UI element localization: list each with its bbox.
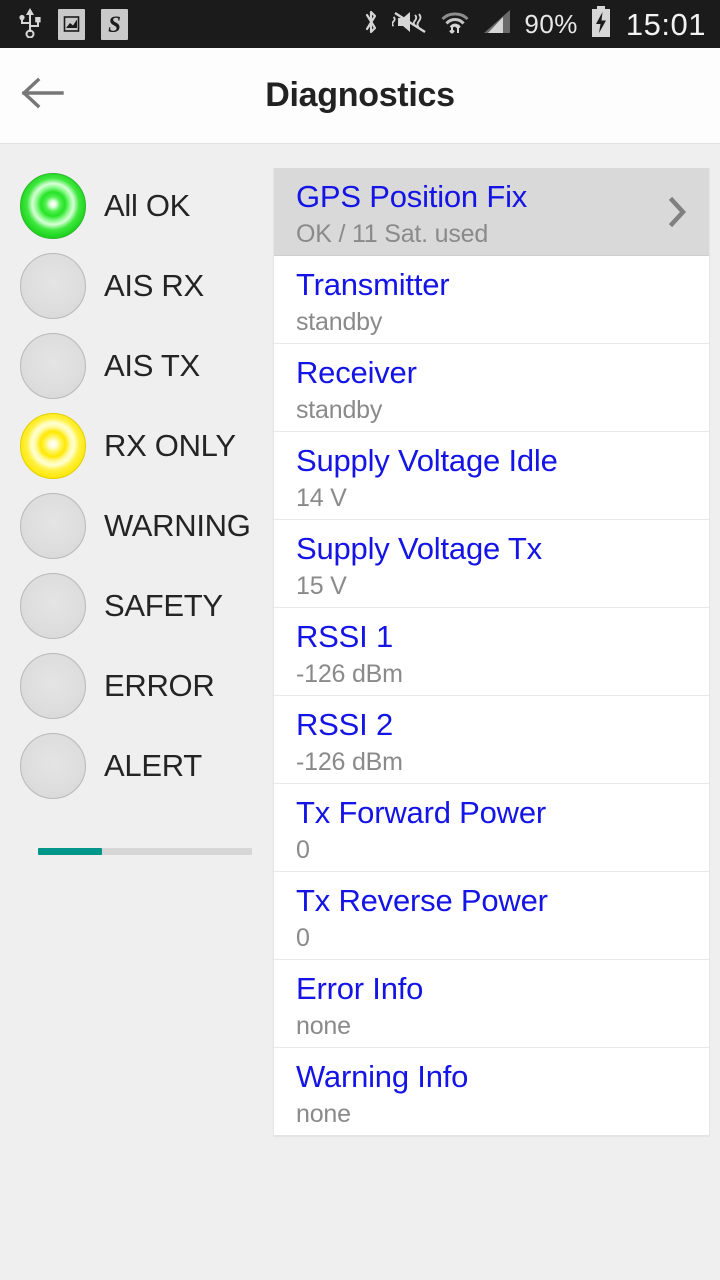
led-label: AIS RX	[104, 268, 204, 303]
bluetooth-icon	[362, 7, 380, 42]
list-row-title: GPS Position Fix	[296, 179, 528, 214]
wifi-data-icon	[440, 8, 470, 41]
led-label: ERROR	[104, 668, 215, 703]
list-row[interactable]: Warning Info none	[274, 1048, 709, 1136]
led-row-alert[interactable]: ALERT	[0, 726, 272, 806]
led-label: AIS TX	[104, 348, 200, 383]
list-row-value: OK / 11 Sat. used	[296, 220, 489, 248]
led-status-panel: All OK AIS RX AIS TX RX ONLY WARNING SAF	[0, 166, 272, 806]
list-row-title: Warning Info	[296, 1059, 469, 1094]
skype-s-icon: S	[101, 8, 128, 40]
led-row-safety[interactable]: SAFETY	[0, 566, 272, 646]
led-label: WARNING	[104, 508, 251, 543]
cellular-signal-icon	[482, 8, 512, 41]
led-indicator-off	[20, 733, 86, 799]
list-row-title: Tx Forward Power	[296, 795, 547, 830]
led-row-rx-only[interactable]: RX ONLY	[0, 406, 272, 486]
led-indicator-off	[20, 573, 86, 639]
app-screen: S 90% 15:01 Diagnostics All OK AIS RX AI…	[0, 0, 720, 1280]
list-row[interactable]: Supply Voltage Tx 15 V	[274, 520, 709, 608]
diagnostics-list: GPS Position Fix OK / 11 Sat. used Trans…	[273, 168, 710, 1136]
chevron-right-icon	[667, 194, 689, 230]
list-row-value: 15 V	[296, 572, 347, 600]
screenshot-image-icon	[58, 8, 85, 40]
list-row-value: standby	[296, 308, 383, 336]
list-row-value: standby	[296, 396, 383, 424]
battery-percent-label: 90%	[524, 9, 578, 39]
list-row[interactable]: RSSI 2 -126 dBm	[274, 696, 709, 784]
list-row-value: 0	[296, 924, 310, 952]
list-row[interactable]: Supply Voltage Idle 14 V	[274, 432, 709, 520]
list-row[interactable]: GPS Position Fix OK / 11 Sat. used	[274, 168, 709, 256]
list-row-title: Transmitter	[296, 267, 450, 302]
status-bar-clock: 15:01	[625, 6, 706, 42]
list-row-title: Error Info	[296, 971, 424, 1006]
led-row-ais-tx[interactable]: AIS TX	[0, 326, 272, 406]
list-row[interactable]: Receiver standby	[274, 344, 709, 432]
list-row[interactable]: Tx Forward Power 0	[274, 784, 709, 872]
list-row[interactable]: Error Info none	[274, 960, 709, 1048]
led-label: SAFETY	[104, 588, 223, 623]
vibrate-mute-icon	[391, 8, 428, 41]
list-row-title: Supply Voltage Tx	[296, 531, 542, 566]
led-indicator-off	[20, 653, 86, 719]
usb-icon	[18, 6, 42, 43]
status-bar-right-icons: 90% 15:01	[362, 5, 706, 43]
led-indicator-green	[20, 173, 86, 239]
list-row-title: Tx Reverse Power	[296, 883, 548, 918]
led-row-warning[interactable]: WARNING	[0, 486, 272, 566]
status-bar-left-icons: S	[18, 6, 128, 43]
led-indicator-off	[20, 493, 86, 559]
list-row-title: Supply Voltage Idle	[296, 443, 558, 478]
arrow-left-icon	[20, 76, 64, 115]
led-indicator-off	[20, 333, 86, 399]
list-row-title: RSSI 2	[296, 707, 394, 742]
list-row-title: Receiver	[296, 355, 417, 390]
list-row-value: -126 dBm	[296, 660, 403, 688]
led-row-error[interactable]: ERROR	[0, 646, 272, 726]
status-bar: S 90% 15:01	[0, 0, 720, 48]
page-title: Diagnostics	[265, 76, 455, 114]
list-row[interactable]: Transmitter standby	[274, 256, 709, 344]
list-row[interactable]: RSSI 1 -126 dBm	[274, 608, 709, 696]
list-row[interactable]: Tx Reverse Power 0	[274, 872, 709, 960]
content-area: All OK AIS RX AIS TX RX ONLY WARNING SAF	[0, 144, 720, 1280]
led-row-ais-rx[interactable]: AIS RX	[0, 246, 272, 326]
list-row-value: none	[296, 1012, 351, 1040]
list-row-title: RSSI 1	[296, 619, 394, 654]
progress-bar-fill	[38, 848, 103, 855]
led-label: ALERT	[104, 748, 202, 783]
led-row-all-ok[interactable]: All OK	[0, 166, 272, 246]
list-row-value: 0	[296, 836, 310, 864]
led-indicator-yellow	[20, 413, 86, 479]
progress-bar-track	[38, 848, 252, 855]
list-row-value: -126 dBm	[296, 748, 403, 776]
back-button[interactable]	[0, 48, 84, 144]
app-bar: Diagnostics	[0, 48, 720, 144]
list-row-value: none	[296, 1100, 351, 1128]
list-row-value: 14 V	[296, 484, 347, 512]
led-indicator-off	[20, 253, 86, 319]
skype-s-glyph: S	[108, 11, 121, 37]
led-label: RX ONLY	[104, 428, 236, 463]
battery-charging-icon	[590, 5, 612, 43]
led-label: All OK	[104, 188, 191, 223]
